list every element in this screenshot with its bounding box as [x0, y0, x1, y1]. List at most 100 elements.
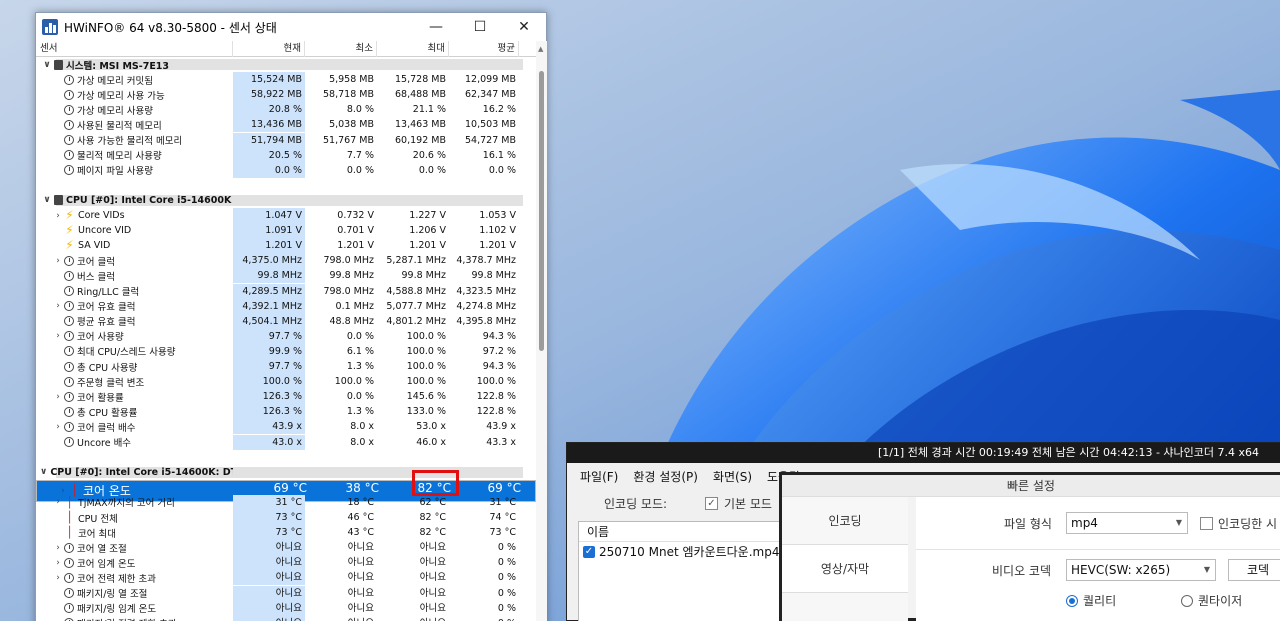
value-max: 100.0 % — [406, 376, 446, 388]
table-row[interactable]: 최대 CPU/스레드 사용량 99.9 % 6.1 % 100.0 % 97.2 % — [36, 343, 536, 359]
quantizer-option[interactable]: 퀀타이저 — [1181, 592, 1242, 609]
column-header-max[interactable]: 최대 — [377, 41, 449, 57]
radio-selected-icon[interactable] — [1066, 595, 1078, 607]
value-avg: 0 % — [497, 602, 516, 614]
table-row[interactable]: ⚡ Uncore VID 1.091 V 0.701 V 1.206 V 1.102 V — [36, 223, 536, 239]
value-avg: 62,347 MB — [465, 89, 516, 101]
table-row[interactable]: 가상 메모리 커밋됨 15,524 MB 5,958 MB 15,728 MB 12,0… — [36, 72, 536, 88]
close-button[interactable]: ✕ — [502, 13, 546, 41]
table-row[interactable]: Uncore 배수 43.0 x 8.0 x 46.0 x 43.3 x — [36, 434, 536, 450]
quality-option[interactable]: 퀄리티 — [1066, 592, 1116, 609]
table-row[interactable]: › 코어 사용량 97.7 % 0.0 % 100.0 % 94.3 % — [36, 328, 536, 344]
radio-unselected-icon[interactable] — [1181, 595, 1193, 607]
table-row[interactable]: 페이지 파일 사용량 0.0 % 0.0 % 0.0 % 0.0 % — [36, 162, 536, 178]
value-min — [305, 465, 377, 480]
chevron-right-icon[interactable]: › — [52, 422, 64, 432]
minimize-button[interactable]: — — [414, 13, 458, 41]
shana-titlebar[interactable]: [1/1] 전체 경과 시간 00:19:49 전체 남은 시간 04:42:1… — [567, 443, 1280, 463]
value-cur: 51,794 MB — [233, 132, 305, 148]
sensor-label: 코어 최대 — [78, 528, 116, 540]
table-row[interactable]: 평균 유효 클럭 4,504.1 MHz 48.8 MHz 4,801.2 MHz 4,… — [36, 313, 536, 329]
table-row[interactable]: 총 CPU 활용률 126.3 % 1.3 % 133.0 % 122.8 % — [36, 404, 536, 420]
basic-mode-toggle[interactable]: ✓ 기본 모드 — [705, 495, 772, 512]
chevron-down-icon[interactable]: ∨ — [40, 195, 54, 205]
table-row[interactable]: › │ TjMAX까지의 코어 거리 31 °C 18 °C 62 °C 31 °C — [36, 494, 536, 510]
scroll-up-icon[interactable]: ▲ — [538, 45, 543, 53]
chevron-right-icon[interactable]: › — [52, 558, 64, 568]
chevron-right-icon[interactable]: › — [52, 497, 64, 507]
chevron-right-icon[interactable]: › — [52, 256, 64, 266]
table-row[interactable]: 총 CPU 사용량 97.7 % 1.3 % 100.0 % 94.3 % — [36, 359, 536, 375]
value-min: 0.732 V — [337, 210, 374, 221]
table-row[interactable]: › 코어 클럭 4,375.0 MHz 798.0 MHz 5,287.1 MHz 4,3… — [36, 253, 536, 269]
chevron-right-icon[interactable]: › — [52, 543, 64, 553]
chevron-right-icon[interactable]: › — [52, 331, 64, 341]
sensor-group-header[interactable]: ∨ CPU [#0]: Intel Core i5-14600K: DTS — [36, 464, 536, 480]
table-row[interactable]: 사용 가능한 물리적 메모리 51,794 MB 51,767 MB 60,192 M… — [36, 132, 536, 148]
checkbox-checked-icon[interactable]: ✓ — [583, 546, 595, 558]
table-row[interactable]: │ CPU 전체 73 °C 46 °C 82 °C 74 °C — [36, 510, 536, 526]
scrollbar-thumb[interactable] — [539, 71, 544, 351]
table-row[interactable]: 패키지/링 전력 제한 초과아니요아니요아니요0 % — [36, 615, 536, 621]
table-row[interactable]: 가상 메모리 사용량 20.8 % 8.0 % 21.1 % 16.2 % — [36, 102, 536, 118]
maximize-button[interactable]: ☐ — [458, 13, 502, 41]
sensor-group-header[interactable]: ∨ CPU [#0]: Intel Core i5-14600K — [36, 192, 536, 208]
table-row[interactable]: › 코어 열 조절 아니요 아니요 아니요 0 % — [36, 540, 536, 556]
column-header-avg[interactable]: 평균 — [449, 41, 519, 57]
table-row[interactable]: › 코어 임계 온도 아니요 아니요 아니요 0 % — [36, 555, 536, 571]
column-header-current[interactable]: 현재 — [233, 41, 305, 57]
table-row[interactable]: 패키지/링 임계 온도 아니요 아니요 아니요 0 % — [36, 600, 536, 616]
table-row[interactable]: › 코어 전력 제한 초과 아니요 아니요 아니요 0 % — [36, 570, 536, 586]
list-header-name[interactable]: 이름 — [579, 522, 787, 542]
checkbox-unchecked-icon[interactable] — [1200, 517, 1213, 530]
table-row[interactable]: │ 코어 최대 73 °C 43 °C 82 °C 73 °C — [36, 525, 536, 541]
table-row[interactable]: › 코어 유효 클럭 4,392.1 MHz 0.1 MHz 5,077.7 MHz 4,… — [36, 298, 536, 314]
after-encode-option[interactable]: 인코딩한 시 — [1200, 515, 1277, 532]
chevron-right-icon[interactable]: › — [52, 573, 64, 583]
sensor-label: 가상 메모리 커밋됨 — [77, 75, 153, 87]
value-avg: 0 % — [497, 542, 516, 554]
table-row[interactable]: 물리적 메모리 사용량 20.5 % 7.7 % 20.6 % 16.1 % — [36, 147, 536, 163]
hwinfo-titlebar[interactable]: HWiNFO® 64 v8.30-5800 - 센서 상태 — ☐ ✕ — [36, 13, 546, 41]
sensor-name-cell: › 코어 유효 클럭 — [36, 299, 233, 314]
value-min: 6.1 % — [346, 345, 374, 357]
table-row[interactable]: › 코어 활용률 126.3 % 0.0 % 145.6 % 122.8 % — [36, 389, 536, 405]
column-header-min[interactable]: 최소 — [305, 41, 377, 57]
chevron-down-icon[interactable]: ∨ — [40, 467, 47, 477]
table-row[interactable]: Ring/LLC 클럭 4,289.5 MHz 798.0 MHz 4,588.8 M… — [36, 283, 536, 299]
chevron-right-icon[interactable]: › — [52, 392, 64, 402]
clock-icon — [64, 421, 74, 432]
menu-preferences[interactable]: 환경 설정(P) — [633, 468, 698, 485]
dialog-title[interactable]: 빠른 설정 — [782, 475, 1280, 497]
value-cur: 58,922 MB — [233, 87, 305, 103]
table-row[interactable]: › 코어 클럭 배수 43.9 x 8.0 x 53.0 x 43.9 x — [36, 419, 536, 435]
file-format-select[interactable]: mp4 ▼ — [1066, 512, 1188, 534]
value-cur: 20.8 % — [233, 102, 305, 118]
table-row[interactable]: 버스 클럭 99.8 MHz 99.8 MHz 99.8 MHz 99.8 MHz — [36, 268, 536, 284]
table-row[interactable]: 패키지/링 열 조절 아니요 아니요 아니요 0 % — [36, 585, 536, 601]
list-item[interactable]: ✓ 250710 Mnet 엠카운트다운.mp4 — [579, 542, 787, 562]
video-codec-select[interactable]: HEVC(SW: x265) ▼ — [1066, 559, 1216, 581]
tab-encoding[interactable]: 인코딩 — [782, 497, 908, 545]
sensor-group-header[interactable]: ∨ 시스템: MSI MS-7E13 — [36, 57, 536, 73]
chevron-down-icon[interactable]: ∨ — [40, 60, 54, 70]
tab-next[interactable] — [782, 593, 908, 621]
value-min: 아니요 — [347, 587, 374, 599]
vertical-scrollbar[interactable]: ▲ — [536, 41, 547, 621]
table-row[interactable]: 사용된 물리적 메모리 13,436 MB 5,038 MB 13,463 MB 10,… — [36, 117, 536, 133]
menu-screen[interactable]: 화면(S) — [713, 468, 752, 485]
table-row[interactable]: 주문형 클럭 변조 100.0 % 100.0 % 100.0 % 100.0 % — [36, 374, 536, 390]
tab-video-subtitle[interactable]: 영상/자막 — [782, 545, 908, 593]
menu-file[interactable]: 파일(F) — [580, 468, 618, 485]
table-row[interactable]: › ⚡ Core VIDs 1.047 V 0.732 V 1.227 V 1.053 V — [36, 208, 536, 224]
sensor-name-cell: 주문형 클럭 변조 — [36, 374, 233, 389]
table-row[interactable]: 가상 메모리 사용 가능 58,922 MB 58,718 MB 68,488 MB 6… — [36, 87, 536, 103]
sensor-name-cell: 사용 가능한 물리적 메모리 — [36, 133, 233, 148]
value-max: 82 °C — [419, 512, 447, 523]
column-header-sensor[interactable]: 센서 — [36, 41, 233, 57]
chevron-right-icon[interactable]: › — [52, 301, 64, 311]
codec-button[interactable]: 코덱 — [1228, 559, 1280, 581]
table-row[interactable]: ⚡ SA VID 1.201 V 1.201 V 1.201 V 1.201 V — [36, 238, 536, 254]
checkmark-icon[interactable]: ✓ — [705, 497, 718, 510]
chevron-right-icon[interactable]: › — [52, 211, 64, 221]
